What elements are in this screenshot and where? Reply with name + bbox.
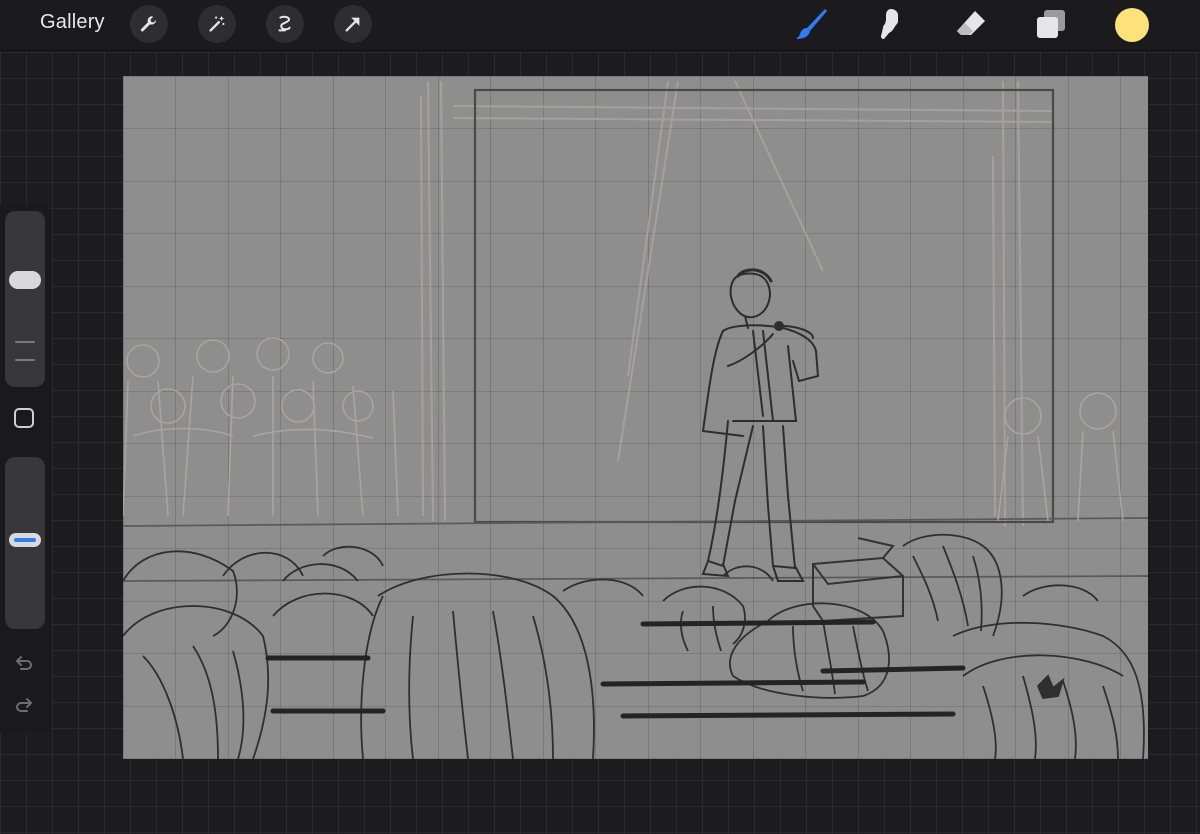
layers-icon [1037, 10, 1065, 38]
top-toolbar: Gallery [0, 0, 1200, 51]
transform-arrow-icon [345, 17, 360, 32]
undo-icon[interactable] [13, 653, 35, 675]
drawing-canvas[interactable] [123, 76, 1148, 759]
color-picker-swatch[interactable] [1115, 8, 1149, 42]
modify-button[interactable] [14, 408, 34, 428]
brush-opacity-slider[interactable] [5, 457, 45, 629]
left-sidebar [0, 205, 52, 733]
smudge-button[interactable] [873, 6, 909, 42]
brush-size-slider[interactable] [5, 211, 45, 387]
gallery-button[interactable]: Gallery [40, 11, 105, 34]
smudge-icon [881, 9, 898, 39]
eraser-button[interactable] [953, 6, 989, 42]
layers-button[interactable] [1033, 6, 1069, 42]
slider-tick [15, 359, 35, 361]
sketch-artwork [123, 76, 1148, 759]
brush-opacity-thumb[interactable] [9, 533, 41, 547]
redo-icon[interactable] [13, 695, 35, 717]
brush-button[interactable] [794, 6, 830, 42]
wrench-icon [140, 16, 157, 32]
magic-wand-icon [209, 15, 225, 32]
selection-icon [278, 15, 291, 32]
transform-button[interactable] [334, 5, 372, 43]
brush-size-thumb[interactable] [9, 271, 41, 289]
selection-button[interactable] [266, 5, 304, 43]
adjustments-button[interactable] [198, 5, 236, 43]
actions-button[interactable] [130, 5, 168, 43]
slider-tick [15, 341, 35, 343]
eraser-icon [957, 11, 985, 35]
brush-icon [796, 9, 827, 39]
